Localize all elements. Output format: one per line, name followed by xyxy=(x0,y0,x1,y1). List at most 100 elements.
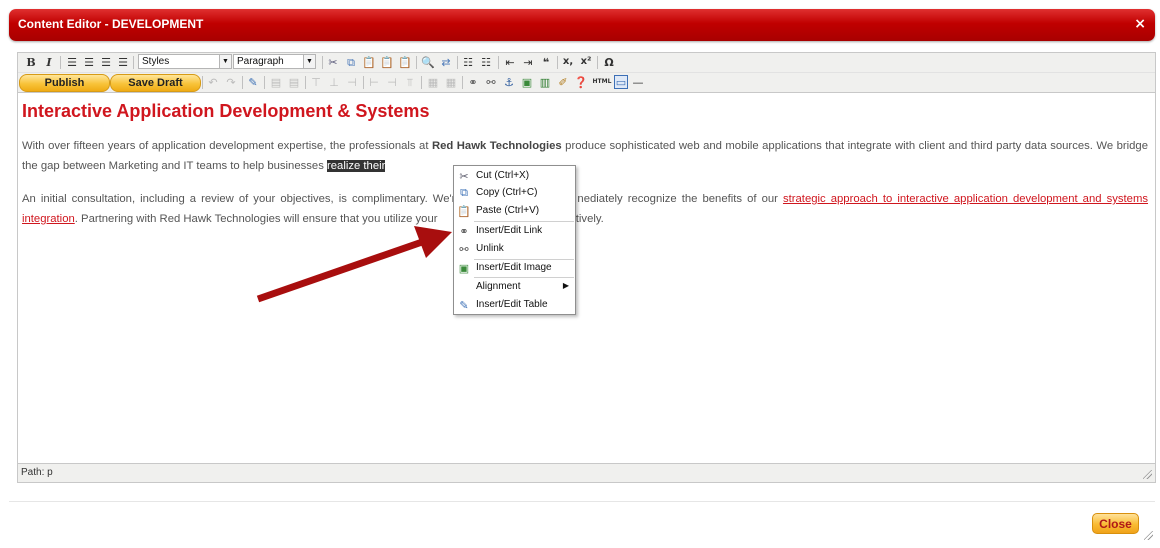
close-button[interactable]: Close xyxy=(1092,513,1139,534)
anchor-icon[interactable]: ⚓ xyxy=(502,75,516,89)
menu-item-insert-image[interactable]: ▣ Insert/Edit Image xyxy=(454,259,575,277)
toolbar-divider xyxy=(264,76,265,89)
chevron-down-icon: ▼ xyxy=(303,55,315,68)
cut-icon[interactable]: ✂ xyxy=(326,55,340,69)
footer-divider xyxy=(9,501,1155,502)
row-after-icon[interactable]: ⊥ xyxy=(327,75,341,89)
menu-item-label: Paste (Ctrl+V) xyxy=(476,205,540,216)
delete-col-icon[interactable]: ⫪ xyxy=(403,75,417,89)
format-select[interactable]: Paragraph ▼ xyxy=(233,54,316,69)
merge-cells-icon[interactable]: ▦ xyxy=(444,75,458,89)
company-name-bold: Red Hawk Technologies xyxy=(431,140,562,152)
menu-item-unlink[interactable]: ⚯ Unlink xyxy=(454,240,575,258)
indent-icon[interactable]: ⇥ xyxy=(521,55,535,69)
content-editor-dialog: Content Editor - DEVELOPMENT × B I ☰ ☰ ☰… xyxy=(0,0,1160,548)
paragraph-text: An initial consultation, including a rev… xyxy=(22,193,456,205)
find-icon[interactable]: 🔍 xyxy=(421,55,435,69)
copy-icon: ⧉ xyxy=(460,186,468,199)
menu-item-copy[interactable]: ⧉ Copy (Ctrl+C) xyxy=(454,184,575,202)
italic-button[interactable]: I xyxy=(42,55,56,69)
editor-content-area[interactable]: Interactive Application Development & Sy… xyxy=(18,93,1155,463)
element-path: Path: p xyxy=(21,467,53,478)
align-justify-icon[interactable]: ☰ xyxy=(116,55,130,69)
paste-icon: 📋 xyxy=(457,205,471,218)
replace-icon[interactable]: ⇄ xyxy=(439,55,453,69)
row-props-icon[interactable]: ▤ xyxy=(269,75,283,89)
superscript-button[interactable]: x² xyxy=(579,55,593,69)
unlink-icon: ⚯ xyxy=(459,243,469,256)
split-cells-icon[interactable]: ▦ xyxy=(426,75,440,89)
toolbar-divider xyxy=(421,76,422,89)
paragraph-intro[interactable]: With over fifteen years of application d… xyxy=(22,136,1148,176)
copy-icon[interactable]: ⧉ xyxy=(344,55,358,69)
cleanup-icon[interactable]: ✐ xyxy=(556,75,570,89)
paragraph-text: nediately recognize the benefits of our xyxy=(577,193,783,205)
dialog-title-bar[interactable]: Content Editor - DEVELOPMENT × xyxy=(9,9,1155,41)
image-icon[interactable]: ▣ xyxy=(520,75,534,89)
resize-grip-icon[interactable] xyxy=(1144,531,1153,540)
cell-props-icon[interactable]: ▤ xyxy=(287,75,301,89)
dialog-title: Content Editor - DEVELOPMENT xyxy=(18,17,204,31)
toolbar-divider xyxy=(416,56,417,69)
paragraph-text: With over fifteen years of application d… xyxy=(22,140,432,152)
scissors-icon: ✂ xyxy=(459,170,469,183)
paragraph-consultation[interactable]: An initial consultation, including a rev… xyxy=(22,189,1148,229)
subscript-button[interactable]: x, xyxy=(561,55,575,69)
toolbar-divider xyxy=(498,56,499,69)
delete-row-icon[interactable]: ⊣ xyxy=(345,75,359,89)
col-after-icon[interactable]: ⊣ xyxy=(385,75,399,89)
toolbar-divider xyxy=(462,76,463,89)
menu-item-cut[interactable]: ✂ Cut (Ctrl+X) xyxy=(454,167,575,185)
horizontal-rule-icon[interactable]: — xyxy=(631,75,645,89)
format-select-value: Paragraph xyxy=(237,56,284,67)
menu-item-insert-table[interactable]: ✎ Insert/Edit Table xyxy=(454,296,575,314)
toolbar-divider xyxy=(363,76,364,89)
resize-grip-icon[interactable] xyxy=(1143,470,1152,479)
image-icon: ▣ xyxy=(458,262,470,275)
align-right-icon[interactable]: ☰ xyxy=(99,55,113,69)
row-before-icon[interactable]: ⊤ xyxy=(309,75,323,89)
bullet-list-icon[interactable]: ☷ xyxy=(461,55,475,69)
chevron-down-icon: ▼ xyxy=(219,55,231,68)
styles-select[interactable]: Styles ▼ xyxy=(138,54,232,69)
paragraph-text: . Partnering with Red Hawk Technologies … xyxy=(74,213,438,225)
path-status-bar: Path: p xyxy=(18,463,1155,482)
menu-item-label: Alignment xyxy=(476,281,521,292)
save-draft-button[interactable]: Save Draft xyxy=(110,74,201,92)
align-left-icon[interactable]: ☰ xyxy=(65,55,79,69)
paste-word-icon[interactable]: 📋 xyxy=(398,55,412,69)
align-center-icon[interactable]: ☰ xyxy=(82,55,96,69)
context-menu: ✂ Cut (Ctrl+X) ⧉ Copy (Ctrl+C) 📋 Paste (… xyxy=(453,165,576,315)
redo-icon[interactable]: ↷ xyxy=(224,75,238,89)
menu-item-label: Insert/Edit Link xyxy=(476,225,543,236)
menu-item-alignment[interactable]: Alignment ▶ xyxy=(454,278,575,296)
toolbar-divider xyxy=(322,56,323,69)
special-char-button[interactable]: Ω xyxy=(602,55,616,69)
publish-button[interactable]: Publish xyxy=(19,74,110,92)
bold-button[interactable]: B xyxy=(24,55,38,69)
col-before-icon[interactable]: ⊢ xyxy=(367,75,381,89)
submenu-arrow-icon: ▶ xyxy=(562,281,569,290)
edit-table-icon[interactable]: ✎ xyxy=(246,75,260,89)
visual-aid-icon[interactable]: ▭ xyxy=(614,75,628,89)
undo-icon[interactable]: ↶ xyxy=(206,75,220,89)
help-icon[interactable]: ❓ xyxy=(574,75,588,89)
menu-item-insert-link[interactable]: ⚭ Insert/Edit Link xyxy=(454,222,575,240)
selected-text[interactable]: realize their xyxy=(327,160,386,172)
menu-item-paste[interactable]: 📋 Paste (Ctrl+V) xyxy=(454,202,575,220)
unlink-icon[interactable]: ⚯ xyxy=(484,75,498,89)
toolbar-divider xyxy=(597,56,598,69)
paste-icon[interactable]: 📋 xyxy=(362,55,376,69)
link-icon[interactable]: ⚭ xyxy=(466,75,480,89)
paste-text-icon[interactable]: 📋 xyxy=(380,55,394,69)
media-icon[interactable]: ▥ xyxy=(538,75,552,89)
menu-item-label: Copy (Ctrl+C) xyxy=(476,187,538,198)
toolbar-divider xyxy=(457,56,458,69)
menu-item-label: Unlink xyxy=(476,243,504,254)
numbered-list-icon[interactable]: ☷ xyxy=(479,55,493,69)
blockquote-icon[interactable]: ❝ xyxy=(539,55,553,69)
close-icon[interactable]: × xyxy=(1134,16,1146,32)
html-source-button[interactable]: HTML xyxy=(592,75,612,89)
toolbar-divider xyxy=(60,56,61,69)
outdent-icon[interactable]: ⇤ xyxy=(503,55,517,69)
